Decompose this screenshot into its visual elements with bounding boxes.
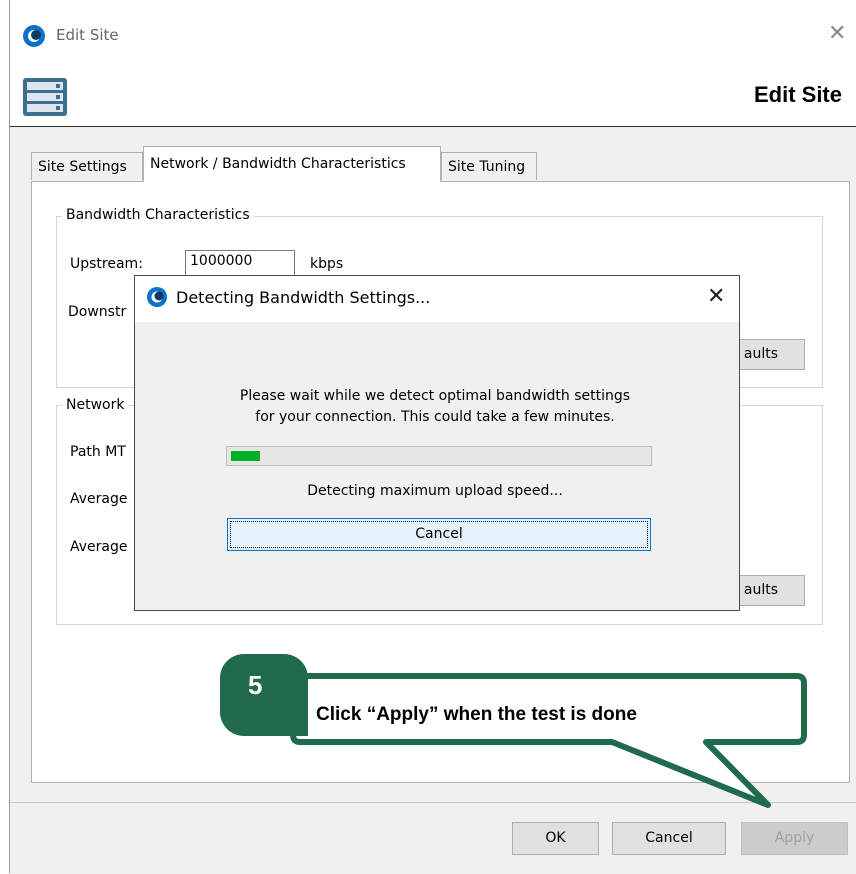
callout-step-number: 5 <box>248 670 263 700</box>
callout-bubble <box>290 673 807 808</box>
callout-text: Click “Apply” when the test is done <box>316 704 637 725</box>
callout-step-badge: 5 <box>220 654 308 736</box>
